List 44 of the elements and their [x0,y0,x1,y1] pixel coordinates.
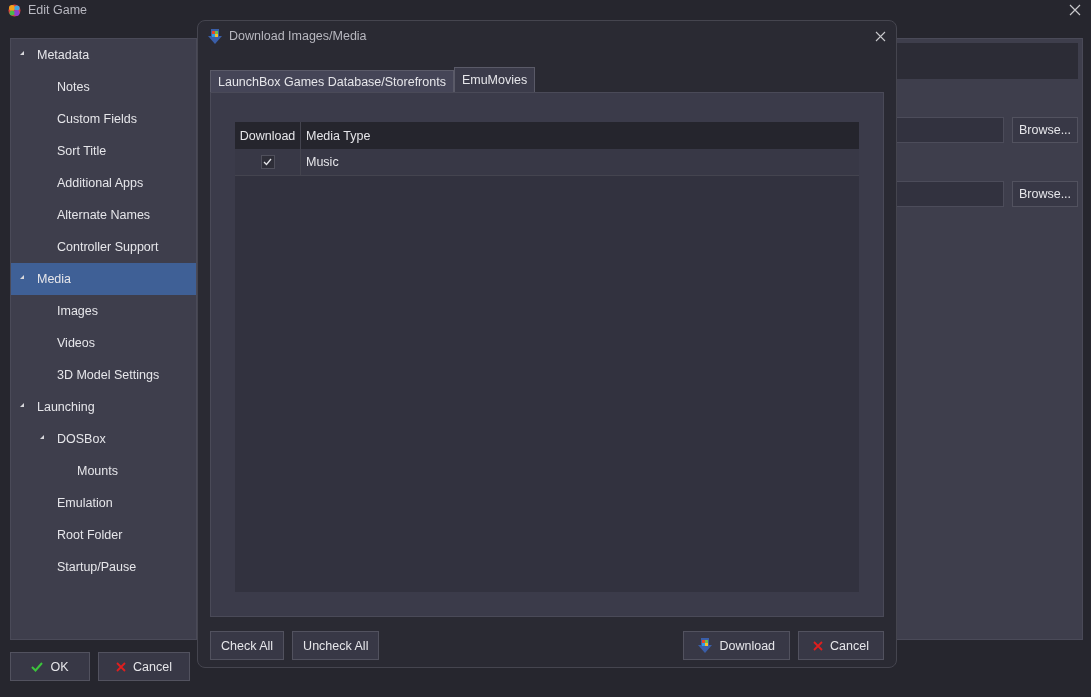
expanded-icon[interactable] [40,435,44,439]
tree-item[interactable]: Additional Apps [11,167,196,199]
download-icon [698,638,713,653]
tree-item[interactable]: Metadata [11,39,196,71]
tree-item[interactable]: Videos [11,327,196,359]
cancel-button[interactable]: Cancel [798,631,884,660]
download-icon [208,28,222,44]
expanded-icon[interactable] [20,403,24,407]
tree-item[interactable]: Images [11,295,196,327]
tree-item[interactable]: Startup/Pause [11,551,196,583]
tree-item[interactable]: 3D Model Settings [11,359,196,391]
tree-item[interactable]: Alternate Names [11,199,196,231]
tab[interactable]: LaunchBox Games Database/Storefronts [210,70,454,92]
checkmark-icon [31,661,44,672]
tree-item[interactable]: Media [11,263,196,295]
cross-icon [116,661,127,672]
column-header[interactable]: Media Type [301,122,371,149]
dialog-title: Download Images/Media [229,29,367,43]
browse-button[interactable]: Browse... [1012,181,1078,207]
tree-item[interactable]: Custom Fields [11,103,196,135]
close-icon[interactable] [875,30,886,42]
check-all-button[interactable]: Check All [210,631,285,660]
tree-item[interactable]: Emulation [11,487,196,519]
tree-item[interactable]: Controller Support [11,231,196,263]
expanded-icon[interactable] [20,275,24,279]
expanded-icon[interactable] [20,51,24,55]
tree-item[interactable]: Root Folder [11,519,196,551]
browse-button[interactable]: Browse... [1012,117,1078,143]
window-title: Edit Game [28,3,88,17]
tree-item[interactable]: Notes [11,71,196,103]
cancel-button[interactable]: Cancel [98,652,190,681]
checkbox[interactable] [260,155,275,169]
tree-item[interactable]: Sort Title [11,135,196,167]
tree-item[interactable]: Mounts [11,455,196,487]
uncheck-all-button[interactable]: Uncheck All [292,631,380,660]
ok-button[interactable]: OK [10,652,90,681]
tree-item[interactable]: DOSBox [11,423,196,455]
download-button[interactable]: Download [683,631,791,660]
tree-item[interactable]: Launching [11,391,196,423]
cross-icon [813,640,824,651]
tab[interactable]: EmuMovies [453,67,536,92]
app-logo-icon [8,3,21,17]
close-icon[interactable] [1069,4,1081,16]
table-cell-text: Music [305,154,339,171]
